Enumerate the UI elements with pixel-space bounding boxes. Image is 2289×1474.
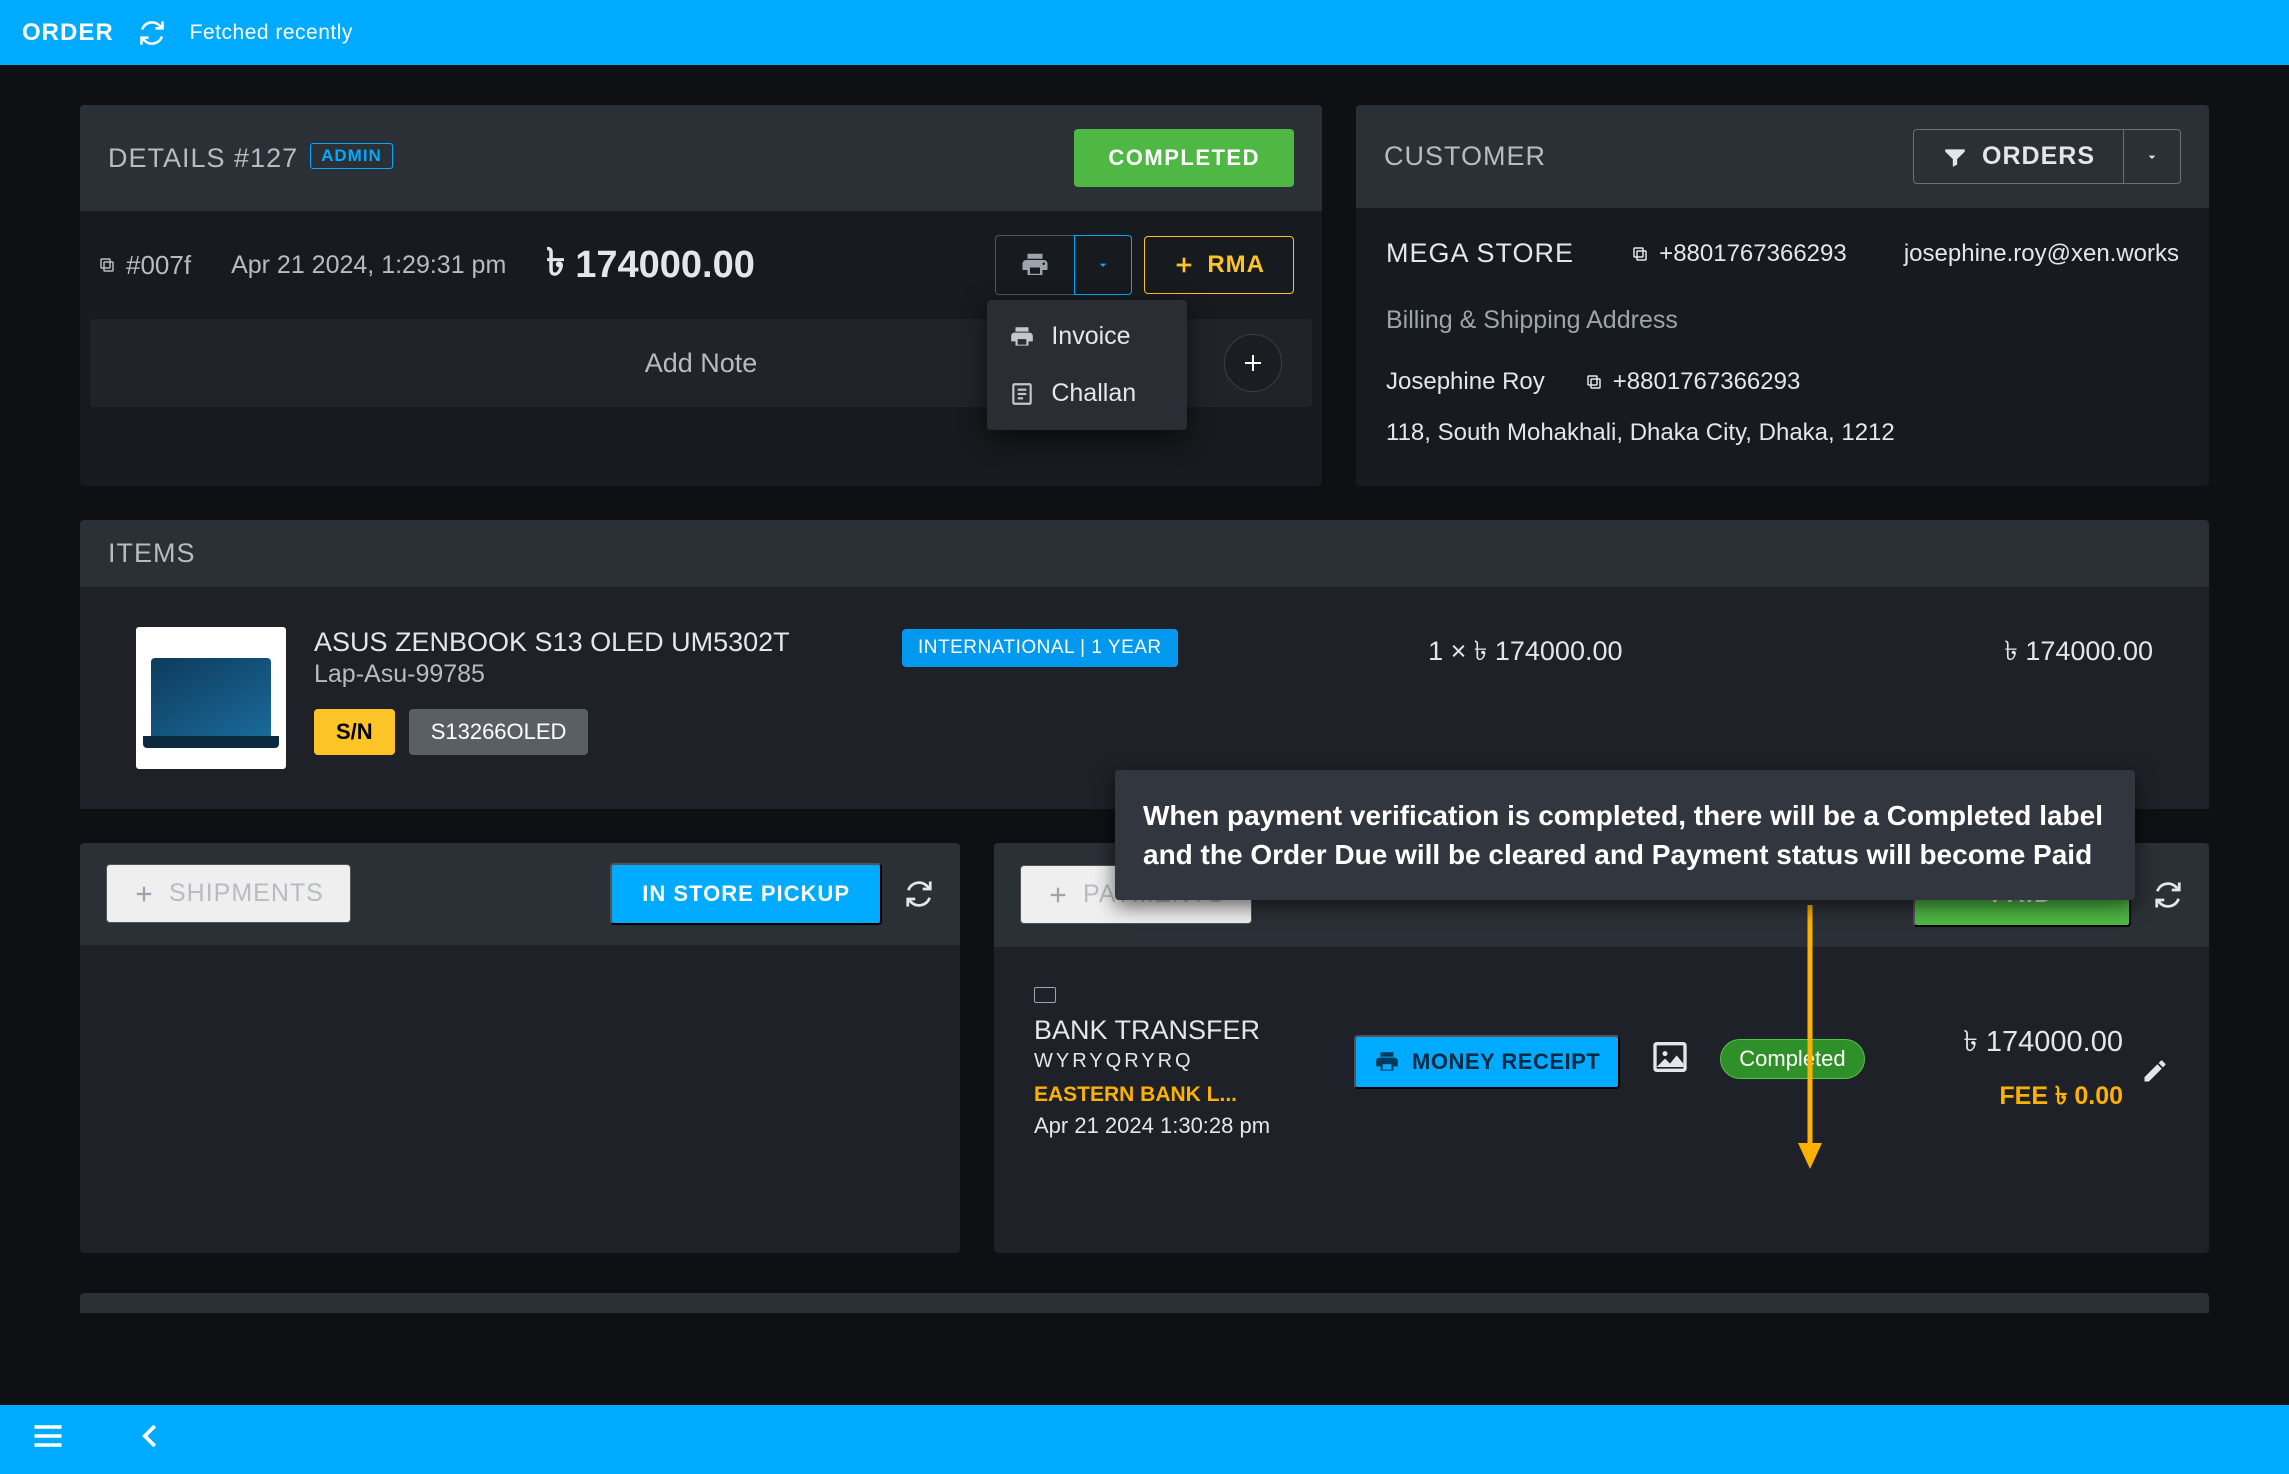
plus-icon xyxy=(1173,254,1195,276)
print-menu-challan[interactable]: Challan xyxy=(987,365,1187,422)
items-title: ITEMS xyxy=(108,538,196,569)
add-note-label: Add Note xyxy=(645,348,758,379)
fetched-label: Fetched recently xyxy=(190,21,353,45)
filter-icon xyxy=(1942,144,1968,170)
plus-icon xyxy=(133,883,155,905)
item-qty-price: 1 × ৳ 174000.00 xyxy=(1206,627,1845,676)
customer-store: MEGA STORE xyxy=(1386,228,1574,279)
money-receipt-button[interactable]: MONEY RECEIPT xyxy=(1354,1035,1620,1089)
image-icon xyxy=(1650,1037,1690,1077)
plus-icon xyxy=(1047,884,1069,906)
print-icon xyxy=(1374,1049,1400,1075)
order-total-value: 174000.00 xyxy=(575,244,755,287)
customer-panel: CUSTOMER ORDERS MEGA STORE +880 xyxy=(1356,105,2209,486)
item-thumbnail[interactable] xyxy=(136,627,286,769)
customer-title: CUSTOMER xyxy=(1384,141,1546,172)
annotation-text: When payment verification is completed, … xyxy=(1143,800,2103,870)
rma-label: RMA xyxy=(1207,251,1265,279)
payment-fee: FEE ৳ 0.00 xyxy=(1963,1076,2123,1119)
payment-reference: WYRYQRYRQ xyxy=(1034,1050,1324,1073)
item-sku: Lap-Asu-99785 xyxy=(314,660,874,689)
customer-header: CUSTOMER ORDERS xyxy=(1356,105,2209,208)
print-menu-invoice-label: Invoice xyxy=(1051,322,1130,351)
chevron-down-icon xyxy=(1095,257,1111,273)
details-title: DETAILS #127 xyxy=(108,143,298,174)
customer-address: 118, South Mohakhali, Dhaka City, Dhaka,… xyxy=(1386,410,2179,456)
copy-icon xyxy=(1631,245,1649,263)
details-panel: DETAILS #127 ADMIN COMPLETED #007f Apr 2… xyxy=(80,105,1322,486)
add-note-plus-button[interactable] xyxy=(1224,334,1282,392)
print-dropdown-button[interactable] xyxy=(1074,235,1132,295)
customer-phone-primary[interactable]: +8801767366293 xyxy=(1631,231,1847,277)
annotation-arrow-icon xyxy=(1790,905,1830,1175)
shipments-header: SHIPMENTS IN STORE PICKUP xyxy=(80,843,960,945)
in-store-pickup-button[interactable]: IN STORE PICKUP xyxy=(610,863,882,925)
print-button[interactable] xyxy=(995,235,1074,295)
customer-orders-caret[interactable] xyxy=(2123,130,2180,183)
refresh-icon[interactable] xyxy=(138,19,166,47)
customer-orders-button[interactable]: ORDERS xyxy=(1913,129,2181,184)
details-header: DETAILS #127 ADMIN COMPLETED xyxy=(80,105,1322,211)
print-menu-challan-label: Challan xyxy=(1051,379,1136,408)
annotation-tooltip: When payment verification is completed, … xyxy=(1115,770,2135,900)
content-area: DETAILS #127 ADMIN COMPLETED #007f Apr 2… xyxy=(0,65,2289,1405)
add-shipment-button[interactable]: SHIPMENTS xyxy=(106,864,351,923)
item-serial-badge: S13266OLED xyxy=(409,709,589,755)
customer-address-label: Billing & Shipping Address xyxy=(1386,297,2179,345)
payment-entry: BANK TRANSFER WYRYQRYRQ EASTERN BANK L..… xyxy=(994,947,2209,1173)
customer-email[interactable]: josephine.roy@xen.works xyxy=(1904,231,2179,277)
plus-icon xyxy=(1241,351,1265,375)
customer-phone-secondary[interactable]: +8801767366293 xyxy=(1585,359,1801,405)
document-icon xyxy=(1009,381,1035,407)
payment-method: BANK TRANSFER xyxy=(1034,1015,1324,1046)
order-hash[interactable]: #007f xyxy=(98,250,191,281)
shipments-panel: SHIPMENTS IN STORE PICKUP xyxy=(80,843,960,1253)
top-bar: ORDER Fetched recently xyxy=(0,0,2289,65)
shipments-refresh-icon[interactable] xyxy=(904,879,934,909)
item-warranty-badge: INTERNATIONAL | 1 YEAR xyxy=(902,629,1178,667)
customer-phone-primary-text: +8801767366293 xyxy=(1659,231,1847,277)
money-receipt-label: MONEY RECEIPT xyxy=(1412,1049,1600,1075)
print-icon xyxy=(1009,324,1035,350)
back-icon[interactable] xyxy=(136,1421,166,1458)
admin-badge: ADMIN xyxy=(310,143,393,169)
print-dropdown-menu: Invoice Challan xyxy=(987,300,1187,430)
customer-recipient: Josephine Roy xyxy=(1386,359,1545,405)
payment-image-icon[interactable] xyxy=(1650,1037,1690,1077)
copy-icon xyxy=(1585,373,1603,391)
pencil-icon xyxy=(2141,1057,2169,1085)
shipments-title: SHIPMENTS xyxy=(169,879,324,908)
payment-amount: ৳ 174000.00 xyxy=(1963,1019,2123,1068)
item-name[interactable]: ASUS ZENBOOK S13 OLED UM5302T xyxy=(314,627,874,658)
card-icon xyxy=(1034,987,1056,1003)
payments-refresh-icon[interactable] xyxy=(2153,880,2183,910)
order-total: ৳174000.00 xyxy=(546,233,755,297)
chevron-down-icon xyxy=(2144,149,2160,165)
bottom-bar xyxy=(0,1405,2289,1474)
item-line-total: ৳ 174000.00 xyxy=(1873,627,2153,676)
rma-button[interactable]: RMA xyxy=(1144,236,1294,294)
order-status-completed-button[interactable]: COMPLETED xyxy=(1074,129,1294,187)
item-sn-badge[interactable]: S/N xyxy=(314,709,395,755)
items-header: ITEMS xyxy=(80,520,2209,587)
customer-orders-label: ORDERS xyxy=(1982,142,2095,171)
items-panel: ITEMS ASUS ZENBOOK S13 OLED UM5302T Lap-… xyxy=(80,520,2209,809)
print-icon xyxy=(1020,250,1050,280)
page-title: ORDER xyxy=(22,19,114,47)
customer-phone-secondary-text: +8801767366293 xyxy=(1613,359,1801,405)
details-info-row: #007f Apr 21 2024, 1:29:31 pm ৳174000.00 xyxy=(80,211,1322,319)
copy-icon xyxy=(98,256,116,274)
payment-bank: EASTERN BANK L... xyxy=(1034,1083,1324,1107)
edit-payment-icon[interactable] xyxy=(2141,1057,2169,1092)
customer-body: MEGA STORE +8801767366293 josephine.roy@… xyxy=(1356,208,2209,486)
order-datetime: Apr 21 2024, 1:29:31 pm xyxy=(231,251,506,280)
order-hash-text: #007f xyxy=(126,250,191,281)
menu-icon[interactable] xyxy=(30,1418,66,1461)
payment-datetime: Apr 21 2024 1:30:28 pm xyxy=(1034,1113,1324,1139)
payments-panel: PAYMENTS PAID BANK TRANSFER WYRYQRYRQ EA… xyxy=(994,843,2209,1253)
print-menu-invoice[interactable]: Invoice xyxy=(987,308,1187,365)
